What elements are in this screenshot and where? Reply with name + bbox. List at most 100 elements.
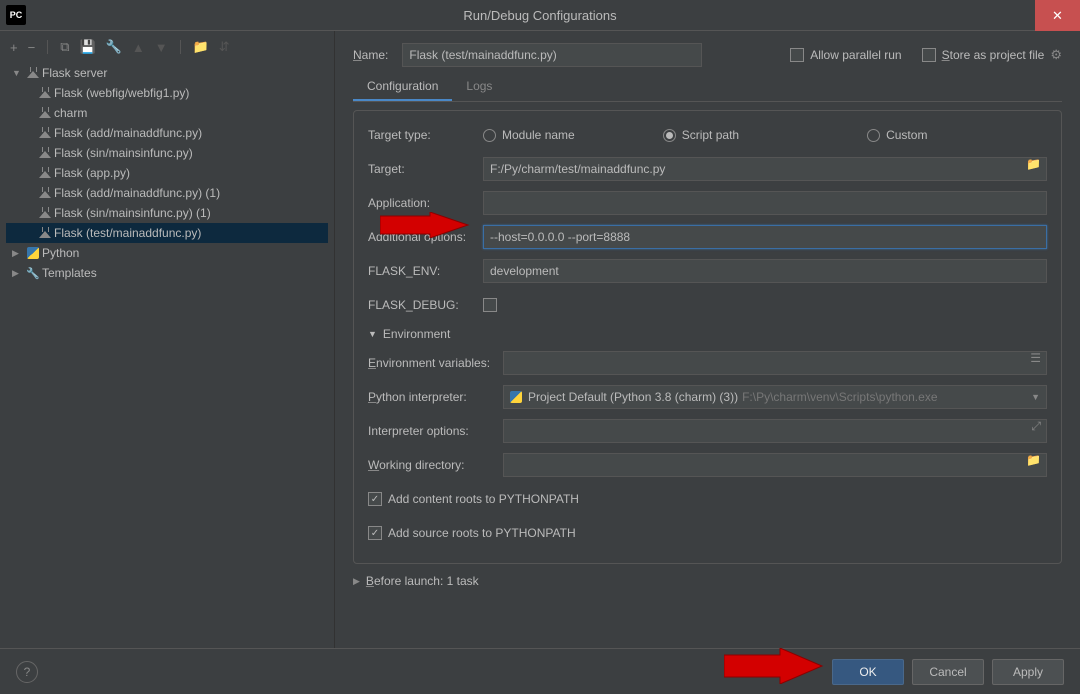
target-input[interactable]: [483, 157, 1047, 181]
tree-item[interactable]: Flask (add/mainaddfunc.py) (1): [6, 183, 328, 203]
python-icon: [24, 247, 42, 259]
tree-item[interactable]: Flask (add/mainaddfunc.py): [6, 123, 328, 143]
allow-parallel-label: Allow parallel run: [810, 48, 901, 62]
ok-button[interactable]: OK: [832, 659, 904, 685]
up-icon[interactable]: ▲: [132, 40, 145, 55]
environment-header[interactable]: ▼Environment: [368, 327, 1047, 341]
wrench-icon: 🔧: [24, 267, 42, 280]
checkbox-icon: [922, 48, 936, 62]
chevron-right-icon: ▶: [353, 576, 360, 587]
folder-icon[interactable]: 📁: [1026, 157, 1041, 171]
content-roots-checkbox[interactable]: [368, 492, 382, 506]
help-button[interactable]: ?: [16, 661, 38, 683]
application-label: Application:: [368, 196, 483, 210]
tabs: Configuration Logs: [353, 73, 1062, 102]
gear-icon[interactable]: ⚙: [1050, 47, 1062, 63]
radio-label: Module name: [502, 128, 575, 142]
radio-icon: [663, 129, 676, 142]
tree-item-label: Flask (webfig/webfig1.py): [54, 86, 189, 100]
tree-item[interactable]: Flask (sin/mainsinfunc.py): [6, 143, 328, 163]
flask-icon: [36, 207, 54, 219]
tree-item-label: charm: [54, 106, 87, 120]
before-launch-header[interactable]: ▶ Before launch: 1 task: [353, 574, 1062, 588]
tree-item-label: Flask (test/mainaddfunc.py): [54, 226, 201, 240]
list-icon[interactable]: ☰: [1030, 351, 1041, 365]
tree-item-label: Flask (add/mainaddfunc.py) (1): [54, 186, 220, 200]
tree-item-label: Flask (add/mainaddfunc.py): [54, 126, 202, 140]
source-roots-checkbox[interactable]: [368, 526, 382, 540]
dialog-footer: ? OK Cancel Apply: [0, 648, 1080, 694]
folder-icon[interactable]: 📁: [193, 39, 209, 55]
interpreter-select[interactable]: Project Default (Python 3.8 (charm) (3))…: [503, 385, 1047, 409]
interpreter-path: F:\Py\charm\venv\Scripts\python.exe: [742, 390, 937, 404]
add-config-icon[interactable]: +: [10, 40, 18, 55]
radio-icon: [483, 129, 496, 142]
apply-button[interactable]: Apply: [992, 659, 1064, 685]
flask-icon: [36, 87, 54, 99]
name-input[interactable]: [402, 43, 702, 67]
remove-config-icon[interactable]: −: [28, 40, 36, 55]
chevron-down-icon: ▼: [368, 329, 377, 339]
tree-item[interactable]: Flask (app.py): [6, 163, 328, 183]
configurations-sidebar: + − ⧉ 💾 🔧 ▲ ▼ 📁 ⇵ ▼ Flask server Flask (…: [0, 31, 335, 648]
before-launch-label: Before launch: 1 task: [366, 574, 479, 588]
interpreter-value: Project Default (Python 3.8 (charm) (3)): [528, 390, 738, 404]
additional-options-label: Additional options:: [368, 230, 483, 244]
application-input[interactable]: [483, 191, 1047, 215]
content-roots-label: Add content roots to PYTHONPATH: [388, 492, 579, 506]
flask-env-input[interactable]: [483, 259, 1047, 283]
tab-logs[interactable]: Logs: [452, 73, 506, 101]
tree-group-python[interactable]: ▶ Python: [6, 243, 328, 263]
chevron-right-icon: ▶: [12, 248, 24, 259]
tree-group-flask[interactable]: ▼ Flask server: [6, 63, 328, 83]
collapse-icon[interactable]: ⇵: [219, 39, 230, 55]
target-type-label: Target type:: [368, 128, 483, 142]
tree-group-label: Flask server: [42, 66, 107, 80]
interpreter-options-input[interactable]: [503, 419, 1047, 443]
wrench-icon[interactable]: 🔧: [106, 39, 122, 55]
tree-group-label: Templates: [42, 266, 97, 280]
additional-options-input[interactable]: [483, 225, 1047, 249]
interpreter-options-label: Interpreter options:: [368, 424, 503, 438]
radio-script-path[interactable]: Script path: [663, 128, 739, 142]
copy-config-icon[interactable]: ⧉: [60, 39, 69, 55]
radio-custom[interactable]: Custom: [867, 128, 927, 142]
config-tree: ▼ Flask server Flask (webfig/webfig1.py)…: [6, 63, 328, 640]
tree-group-templates[interactable]: ▶ 🔧 Templates: [6, 263, 328, 283]
down-icon[interactable]: ▼: [155, 40, 168, 55]
tree-item-selected[interactable]: Flask (test/mainaddfunc.py): [6, 223, 328, 243]
radio-module-name[interactable]: Module name: [483, 128, 575, 142]
flask-icon: [24, 67, 42, 79]
flask-icon: [36, 127, 54, 139]
chevron-right-icon: ▶: [12, 268, 24, 279]
flask-debug-checkbox[interactable]: [483, 298, 497, 312]
folder-icon[interactable]: 📁: [1026, 453, 1041, 467]
tree-item[interactable]: Flask (webfig/webfig1.py): [6, 83, 328, 103]
window-title: Run/Debug Configurations: [0, 8, 1080, 23]
flask-icon: [36, 227, 54, 239]
tree-item-label: Flask (app.py): [54, 166, 130, 180]
interpreter-label: Python interpreter:: [368, 390, 503, 404]
checkbox-icon: [790, 48, 804, 62]
tree-item[interactable]: Flask (sin/mainsinfunc.py) (1): [6, 203, 328, 223]
env-vars-label: Environment variables:: [368, 356, 503, 370]
store-project-checkbox[interactable]: Store as project file: [922, 48, 1045, 62]
close-button[interactable]: ✕: [1035, 0, 1080, 31]
chevron-down-icon: ▼: [1031, 392, 1040, 402]
flask-icon: [36, 187, 54, 199]
working-dir-input[interactable]: [503, 453, 1047, 477]
tab-configuration[interactable]: Configuration: [353, 73, 452, 101]
working-dir-label: Working directory:: [368, 458, 503, 472]
config-content: Name: Allow parallel run Store as projec…: [335, 31, 1080, 648]
flask-icon: [36, 147, 54, 159]
config-panel: Target type: Module name Script path Cus…: [353, 110, 1062, 564]
env-vars-input[interactable]: [503, 351, 1047, 375]
expand-icon[interactable]: ⤢: [1031, 419, 1041, 434]
python-icon: [510, 391, 522, 403]
source-roots-label: Add source roots to PYTHONPATH: [388, 526, 576, 540]
allow-parallel-checkbox[interactable]: Allow parallel run: [790, 48, 901, 62]
tree-item[interactable]: charm: [6, 103, 328, 123]
separator: [180, 40, 181, 54]
cancel-button[interactable]: Cancel: [912, 659, 984, 685]
save-config-icon[interactable]: 💾: [79, 39, 95, 55]
